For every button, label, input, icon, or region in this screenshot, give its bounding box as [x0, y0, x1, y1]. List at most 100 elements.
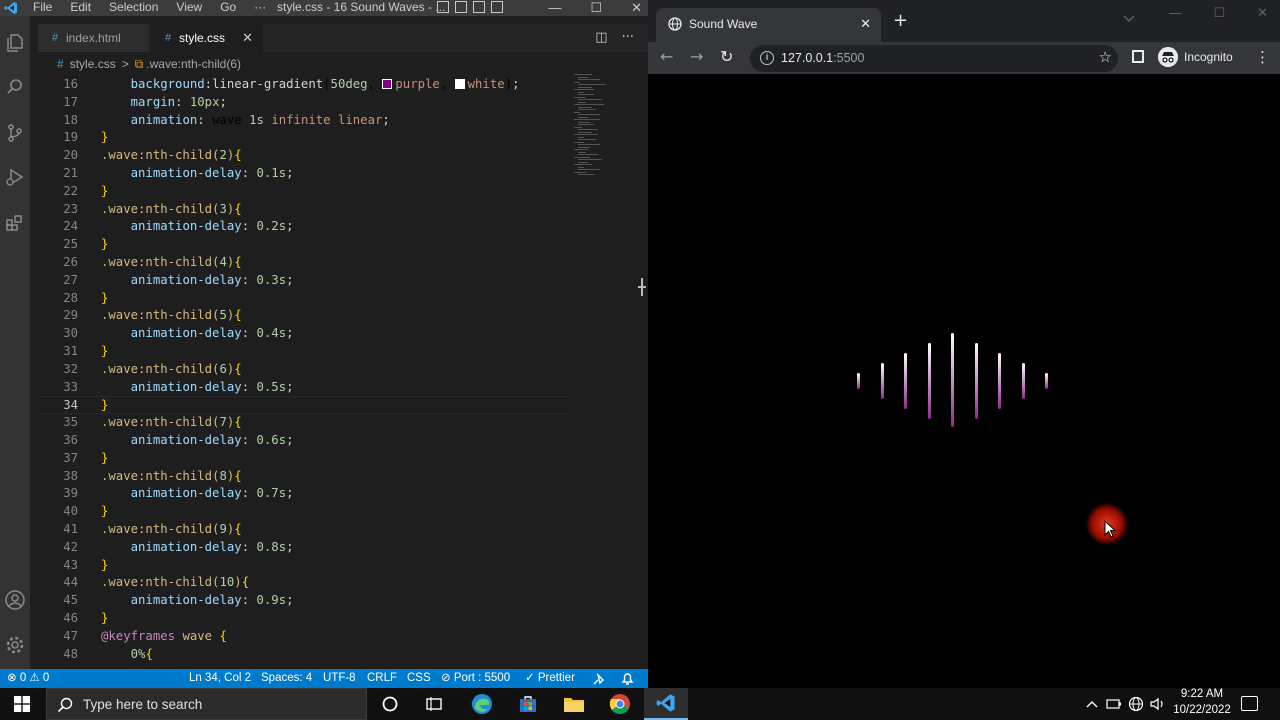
code-line[interactable]: 17 margin: 10px; [38, 94, 568, 112]
forward-button[interactable]: → [690, 48, 703, 66]
tab-style-css[interactable]: # style.css ✕ [151, 24, 263, 52]
tab-close-icon[interactable]: ✕ [860, 16, 871, 32]
incognito-indicator[interactable]: Incognito [1158, 45, 1233, 69]
minimize-button[interactable]: — [1168, 6, 1181, 21]
cortana-icon[interactable] [368, 688, 412, 720]
prettier-status[interactable]: ✓ Prettier [525, 669, 575, 688]
new-tab-button[interactable]: + [893, 12, 908, 30]
minimap[interactable] [572, 74, 636, 184]
file-explorer-icon[interactable] [552, 688, 596, 720]
code-line[interactable]: 40} [38, 503, 568, 521]
toggle-secondary-sidebar-icon[interactable] [473, 1, 485, 13]
more-actions-icon[interactable]: ··· [622, 24, 634, 52]
edge-browser-icon[interactable] [460, 688, 504, 720]
code-line[interactable]: 48 0%{ [38, 646, 568, 664]
close-button[interactable]: ✕ [1257, 6, 1268, 21]
microsoft-store-icon[interactable] [506, 688, 550, 720]
code-line[interactable]: 22} [38, 183, 568, 201]
taskbar-search-box[interactable]: Type here to search [46, 688, 367, 720]
breadcrumb-symbol[interactable]: .wave:nth-child(6) [146, 57, 241, 71]
maximize-button[interactable]: ☐ [1213, 6, 1225, 21]
task-view-icon[interactable] [412, 688, 456, 720]
code-line[interactable]: 32 .wave:nth-child(6){ [38, 361, 568, 379]
indentation-indicator[interactable]: Spaces: 4 [261, 669, 312, 688]
code-line[interactable]: 42 animation-delay: 0.8s; [38, 539, 568, 557]
close-button[interactable]: ✕ [631, 0, 642, 15]
code-line[interactable]: 26 .wave:nth-child(4){ [38, 254, 568, 272]
code-line[interactable]: 41 .wave:nth-child(9){ [38, 521, 568, 539]
search-icon[interactable] [4, 76, 26, 98]
source-control-icon[interactable] [4, 122, 26, 144]
tab-index-html[interactable]: # index.html [38, 24, 148, 52]
extensions-icon[interactable] [4, 212, 26, 234]
chrome-taskbar-icon[interactable] [598, 688, 642, 720]
breadcrumb-file[interactable]: style.css [70, 57, 116, 71]
address-bar[interactable]: i 127.0.0.1:5500 ☆ [750, 45, 1118, 72]
system-clock[interactable]: 9:22 AM 10/22/2022 [1168, 688, 1236, 718]
tab-search-chevron-icon[interactable] [1123, 8, 1135, 22]
code-line[interactable]: 25} [38, 236, 568, 254]
problems-indicator[interactable]: ⊗ 0 ⚠ 0 [7, 669, 49, 688]
windows-start-icon[interactable] [14, 696, 30, 712]
code-line[interactable]: 39 animation-delay: 0.7s; [38, 485, 568, 503]
code-line[interactable]: 38 .wave:nth-child(8){ [38, 468, 568, 486]
code-line[interactable]: 23 .wave:nth-child(3){ [38, 201, 568, 219]
action-center-icon[interactable] [1241, 696, 1258, 711]
feedback-icon[interactable] [592, 669, 606, 688]
code-line[interactable]: 18 animation: wave 1s infinite linear; [38, 112, 568, 130]
code-line[interactable]: 36 animation-delay: 0.6s; [38, 432, 568, 450]
code-line[interactable]: 16 background:linear-gradient(50deg, pur… [38, 76, 568, 94]
vscode-taskbar-icon[interactable] [644, 688, 688, 720]
code-line[interactable]: 27 animation-delay: 0.3s; [38, 272, 568, 290]
menu-more[interactable]: ··· [254, 0, 274, 15]
code-line[interactable]: 44 .wave:nth-child(10){ [38, 574, 568, 592]
browser-tab-sound-wave[interactable]: Sound Wave ✕ [656, 8, 881, 42]
menu-edit[interactable]: Edit [70, 0, 99, 15]
chevron-up-icon[interactable] [1086, 688, 1098, 720]
code-line[interactable]: 43} [38, 557, 568, 575]
menu-selection[interactable]: Selection [109, 0, 166, 15]
menu-view[interactable]: View [176, 0, 210, 15]
code-line[interactable]: 46} [38, 610, 568, 628]
code-line[interactable]: 20 .wave:nth-child(2){ [38, 147, 568, 165]
menu-file[interactable]: File [33, 0, 60, 15]
battery-icon[interactable] [1106, 688, 1122, 720]
sash-handle-icon[interactable] [638, 278, 646, 296]
settings-gear-icon[interactable] [4, 634, 26, 656]
back-button[interactable]: ← [660, 48, 673, 66]
code-line[interactable]: 30 animation-delay: 0.4s; [38, 325, 568, 343]
network-icon[interactable] [1128, 688, 1144, 720]
minimize-button[interactable]: — [548, 0, 561, 15]
site-info-icon[interactable]: i [760, 51, 774, 65]
code-line[interactable]: 19} [38, 129, 568, 147]
live-server-port[interactable]: ⊘ Port : 5500 [441, 669, 510, 688]
code-editor[interactable]: 16 background:linear-gradient(50deg, pur… [38, 76, 568, 666]
code-line[interactable]: 34} [38, 396, 568, 415]
volume-icon[interactable] [1150, 688, 1166, 720]
side-panel-icon[interactable] [1132, 50, 1144, 63]
code-line[interactable]: 31} [38, 343, 568, 361]
menu-go[interactable]: Go [220, 0, 244, 15]
cursor-position[interactable]: Ln 34, Col 2 [189, 669, 251, 688]
code-line[interactable]: 33 animation-delay: 0.5s; [38, 379, 568, 397]
code-line[interactable]: 29 .wave:nth-child(5){ [38, 307, 568, 325]
split-editor-icon[interactable]: ◫ [595, 24, 607, 52]
code-line[interactable]: 21 animation-delay: 0.1s; [38, 165, 568, 183]
run-debug-icon[interactable] [4, 166, 26, 188]
eol-indicator[interactable]: CRLF [367, 669, 397, 688]
toggle-panel-icon[interactable] [455, 1, 467, 13]
toggle-sidebar-icon[interactable] [437, 1, 449, 13]
reload-button[interactable]: ↻ [720, 48, 733, 66]
code-line[interactable]: 45 animation-delay: 0.9s; [38, 592, 568, 610]
explorer-icon[interactable] [4, 32, 26, 54]
tab-close-icon[interactable]: ✕ [242, 24, 253, 52]
encoding-indicator[interactable]: UTF-8 [323, 669, 356, 688]
customize-layout-icon[interactable] [491, 1, 503, 13]
language-mode[interactable]: CSS [407, 669, 431, 688]
code-line[interactable]: 47 @keyframes wave { [38, 628, 568, 646]
code-line[interactable]: 35 .wave:nth-child(7){ [38, 414, 568, 432]
code-line[interactable]: 24 animation-delay: 0.2s; [38, 218, 568, 236]
code-line[interactable]: 37} [38, 450, 568, 468]
notifications-bell-icon[interactable] [621, 669, 634, 688]
accounts-icon[interactable] [4, 589, 26, 611]
